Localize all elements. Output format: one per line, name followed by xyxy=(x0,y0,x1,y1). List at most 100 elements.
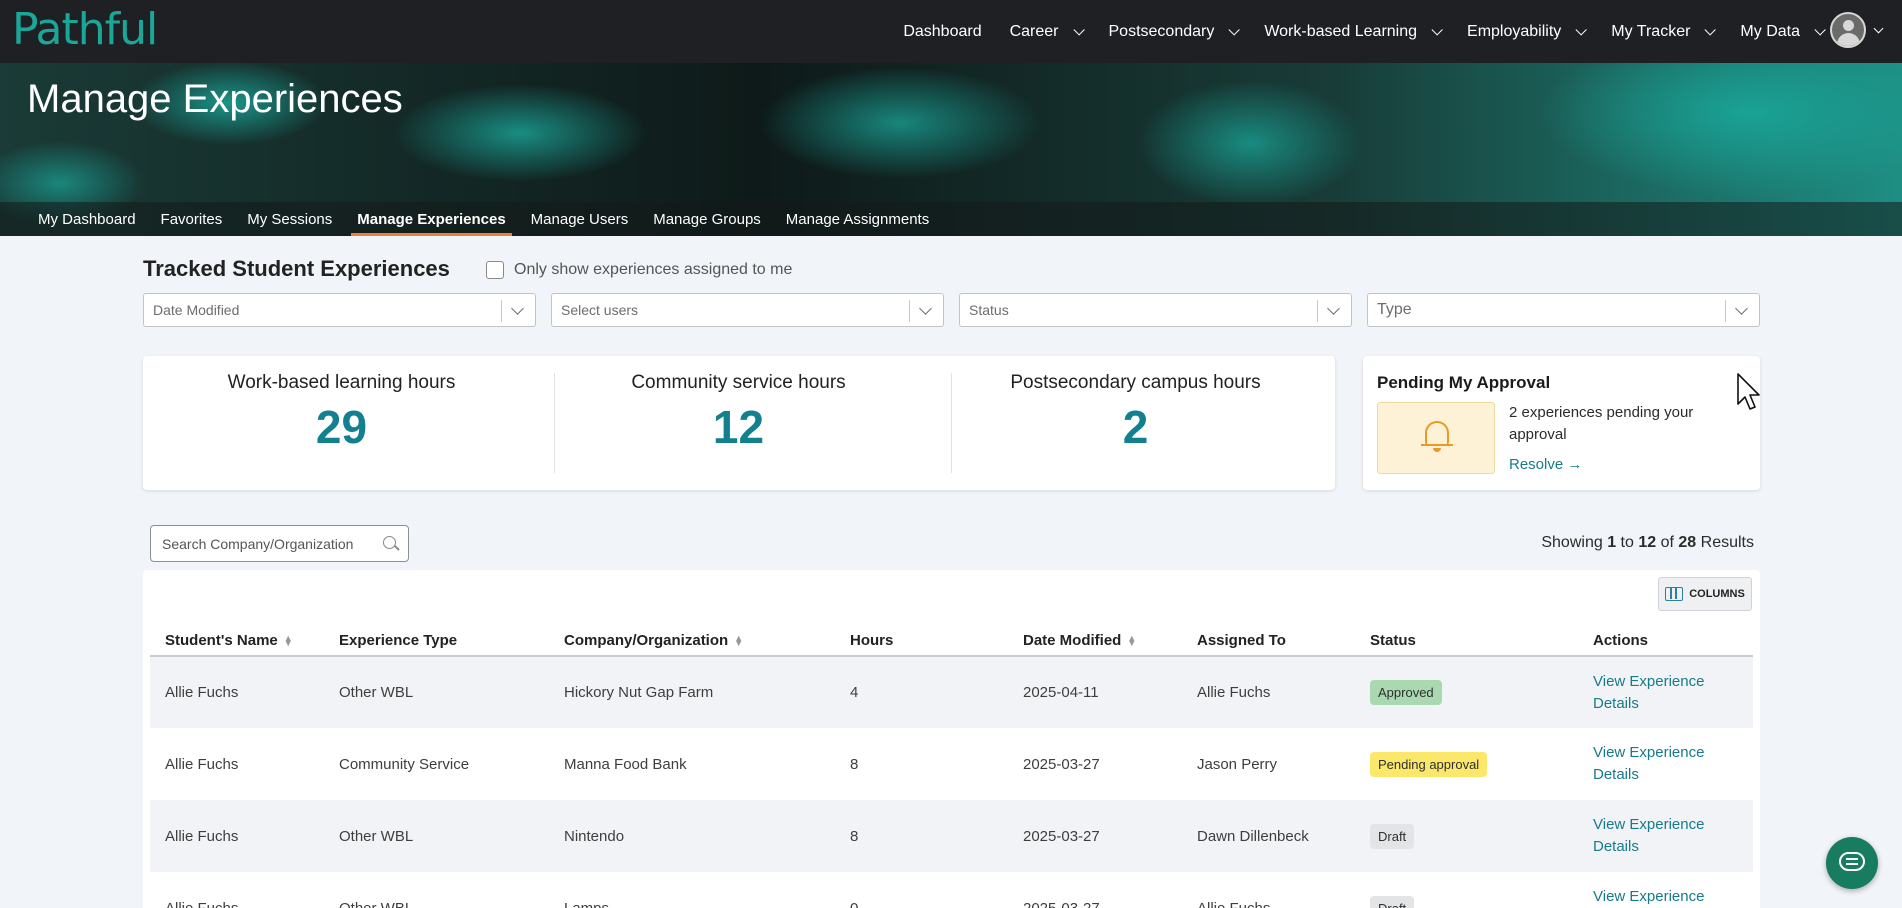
pending-message: 2 experiences pending your approval xyxy=(1509,404,1694,443)
status-badge: Draft xyxy=(1370,823,1415,849)
view-details-link[interactable]: View Experience Details xyxy=(1593,888,1704,908)
cell-status: Pending approval xyxy=(1355,728,1578,800)
page-title: Manage Experiences xyxy=(27,77,403,121)
hero-banner: Manage Experiences My Dashboard Favorite… xyxy=(0,63,1902,236)
cell-company: Nintendo xyxy=(549,800,835,872)
col-hours: Hours xyxy=(835,626,1008,657)
cell-assigned: Jason Perry xyxy=(1182,728,1355,800)
cell-status: Approved xyxy=(1355,656,1578,728)
header-label: Company/Organization xyxy=(564,632,729,649)
tab-my-sessions[interactable]: My Sessions xyxy=(247,202,332,236)
header-label: Student's Name xyxy=(165,632,278,649)
tab-manage-assignments[interactable]: Manage Assignments xyxy=(786,202,929,236)
table-header-row: Student's Name ▲ ▼ Experience Type Company… xyxy=(150,626,1753,657)
chat-button[interactable] xyxy=(1826,837,1878,889)
cell-date: 2025-04-11 xyxy=(1008,656,1182,728)
header-label: Hours xyxy=(850,632,894,649)
date-modified-placeholder: Date Modified xyxy=(153,302,240,318)
chevron-down-icon[interactable] xyxy=(1873,23,1884,34)
col-student-name[interactable]: Student's Name ▲ ▼ xyxy=(150,626,324,657)
date-modified-select[interactable]: Date Modified xyxy=(143,293,536,327)
tab-favorites[interactable]: Favorites xyxy=(161,202,223,236)
cell-action: View Experience Details xyxy=(1578,872,1753,908)
view-details-link[interactable]: View Experience Details xyxy=(1593,673,1704,712)
sort-icon[interactable]: ▲ ▼ xyxy=(284,634,293,648)
stat-value: 12 xyxy=(712,401,765,453)
tab-my-dashboard[interactable]: My Dashboard xyxy=(38,202,136,236)
company-search[interactable] xyxy=(150,525,409,562)
col-company[interactable]: Company/Organization ▲ ▼ xyxy=(549,626,835,657)
columns-button[interactable]: COLUMNS xyxy=(1658,577,1752,611)
stat-label: Postsecondary campus hours xyxy=(1010,372,1261,393)
cell-action: View Experience Details xyxy=(1578,728,1753,800)
section-title: Tracked Student Experiences xyxy=(143,256,450,281)
results-from: 1 xyxy=(1607,534,1617,551)
chevron-down-icon xyxy=(1327,302,1340,315)
tab-manage-users[interactable]: Manage Users xyxy=(531,202,629,236)
nav-work-based-learning[interactable]: Work-based Learning xyxy=(1264,23,1443,41)
cell-type: Other WBL xyxy=(324,872,549,908)
view-details-link[interactable]: View Experience Details xyxy=(1593,816,1704,855)
search-input[interactable] xyxy=(162,535,377,552)
sub-nav: My Dashboard Favorites My Sessions Manag… xyxy=(0,202,1902,236)
cell-company: Lamps xyxy=(549,872,835,908)
users-select[interactable]: Select users xyxy=(551,293,944,327)
nav-dashboard[interactable]: Dashboard xyxy=(903,23,981,41)
only-mine-filter[interactable]: Only show experiences assigned to me xyxy=(486,261,792,279)
pending-title: Pending My Approval xyxy=(1377,373,1551,392)
select-divider xyxy=(1317,300,1318,322)
col-actions: Actions xyxy=(1578,626,1753,657)
stat-postsecondary-hours: Postsecondary campus hours 2 xyxy=(937,356,1334,490)
select-divider xyxy=(909,300,910,322)
sort-icon[interactable]: ▲ ▼ xyxy=(734,634,743,648)
bell-icon-clapper xyxy=(1433,448,1441,452)
search-icon[interactable] xyxy=(383,536,396,549)
results-total: 28 xyxy=(1678,534,1697,551)
cell-type: Other WBL xyxy=(324,800,549,872)
chevron-down-icon xyxy=(919,302,932,315)
stat-value: 29 xyxy=(315,401,368,453)
header-label: Experience Type xyxy=(339,632,458,649)
cell-assigned: Allie Fuchs xyxy=(1182,656,1355,728)
table-row: Allie Fuchs Other WBL Lamps 0 2025-03-27… xyxy=(150,872,1753,908)
cell-student: Allie Fuchs xyxy=(150,656,324,728)
stat-label: Work-based learning hours xyxy=(227,372,456,393)
nav-my-data[interactable]: My Data xyxy=(1740,23,1826,41)
chevron-down-icon xyxy=(1704,23,1717,36)
header-label: Actions xyxy=(1593,632,1649,649)
type-select[interactable]: Type xyxy=(1367,293,1760,327)
status-badge: Draft xyxy=(1370,895,1415,908)
user-avatar-icon[interactable] xyxy=(1830,12,1866,48)
status-badge: Pending approval xyxy=(1370,751,1488,777)
status-select[interactable]: Status xyxy=(959,293,1352,327)
col-status: Status xyxy=(1355,626,1578,657)
header-label: Date Modified xyxy=(1023,632,1122,649)
resolve-link[interactable]: Resolve → xyxy=(1509,456,1582,473)
chevron-down-icon xyxy=(1575,23,1588,36)
cell-student: Allie Fuchs xyxy=(150,728,324,800)
only-mine-checkbox[interactable] xyxy=(486,261,504,279)
cell-hours: 8 xyxy=(835,800,1008,872)
status-badge: Approved xyxy=(1370,680,1442,705)
cell-date: 2025-03-27 xyxy=(1008,800,1182,872)
nav-postsecondary[interactable]: Postsecondary xyxy=(1109,23,1241,41)
status-placeholder: Status xyxy=(969,302,1009,318)
cell-type: Community Service xyxy=(324,728,549,800)
tab-manage-experiences[interactable]: Manage Experiences xyxy=(351,202,513,236)
sort-icon[interactable]: ▲ ▼ xyxy=(1127,634,1136,648)
header-label: Status xyxy=(1370,632,1416,649)
nav-employability[interactable]: Employability xyxy=(1467,23,1588,41)
nav-career[interactable]: Career xyxy=(1010,23,1085,41)
cell-date: 2025-03-27 xyxy=(1008,872,1182,908)
view-details-link[interactable]: View Experience Details xyxy=(1593,744,1704,783)
type-placeholder: Type xyxy=(1377,301,1412,318)
pathful-logo[interactable]: Pathful xyxy=(12,4,158,55)
col-assigned-to: Assigned To xyxy=(1182,626,1355,657)
pending-approval-card: Pending My Approval 2 experiences pendin… xyxy=(1363,356,1760,490)
nav-my-tracker[interactable]: My Tracker xyxy=(1611,23,1717,41)
col-date-modified[interactable]: Date Modified ▲ ▼ xyxy=(1008,626,1182,657)
tab-manage-groups[interactable]: Manage Groups xyxy=(653,202,761,236)
mouse-cursor-icon xyxy=(1737,373,1760,410)
experiences-table: Student's Name ▲ ▼ Experience Type Company… xyxy=(150,626,1753,908)
bell-icon xyxy=(1425,421,1449,445)
